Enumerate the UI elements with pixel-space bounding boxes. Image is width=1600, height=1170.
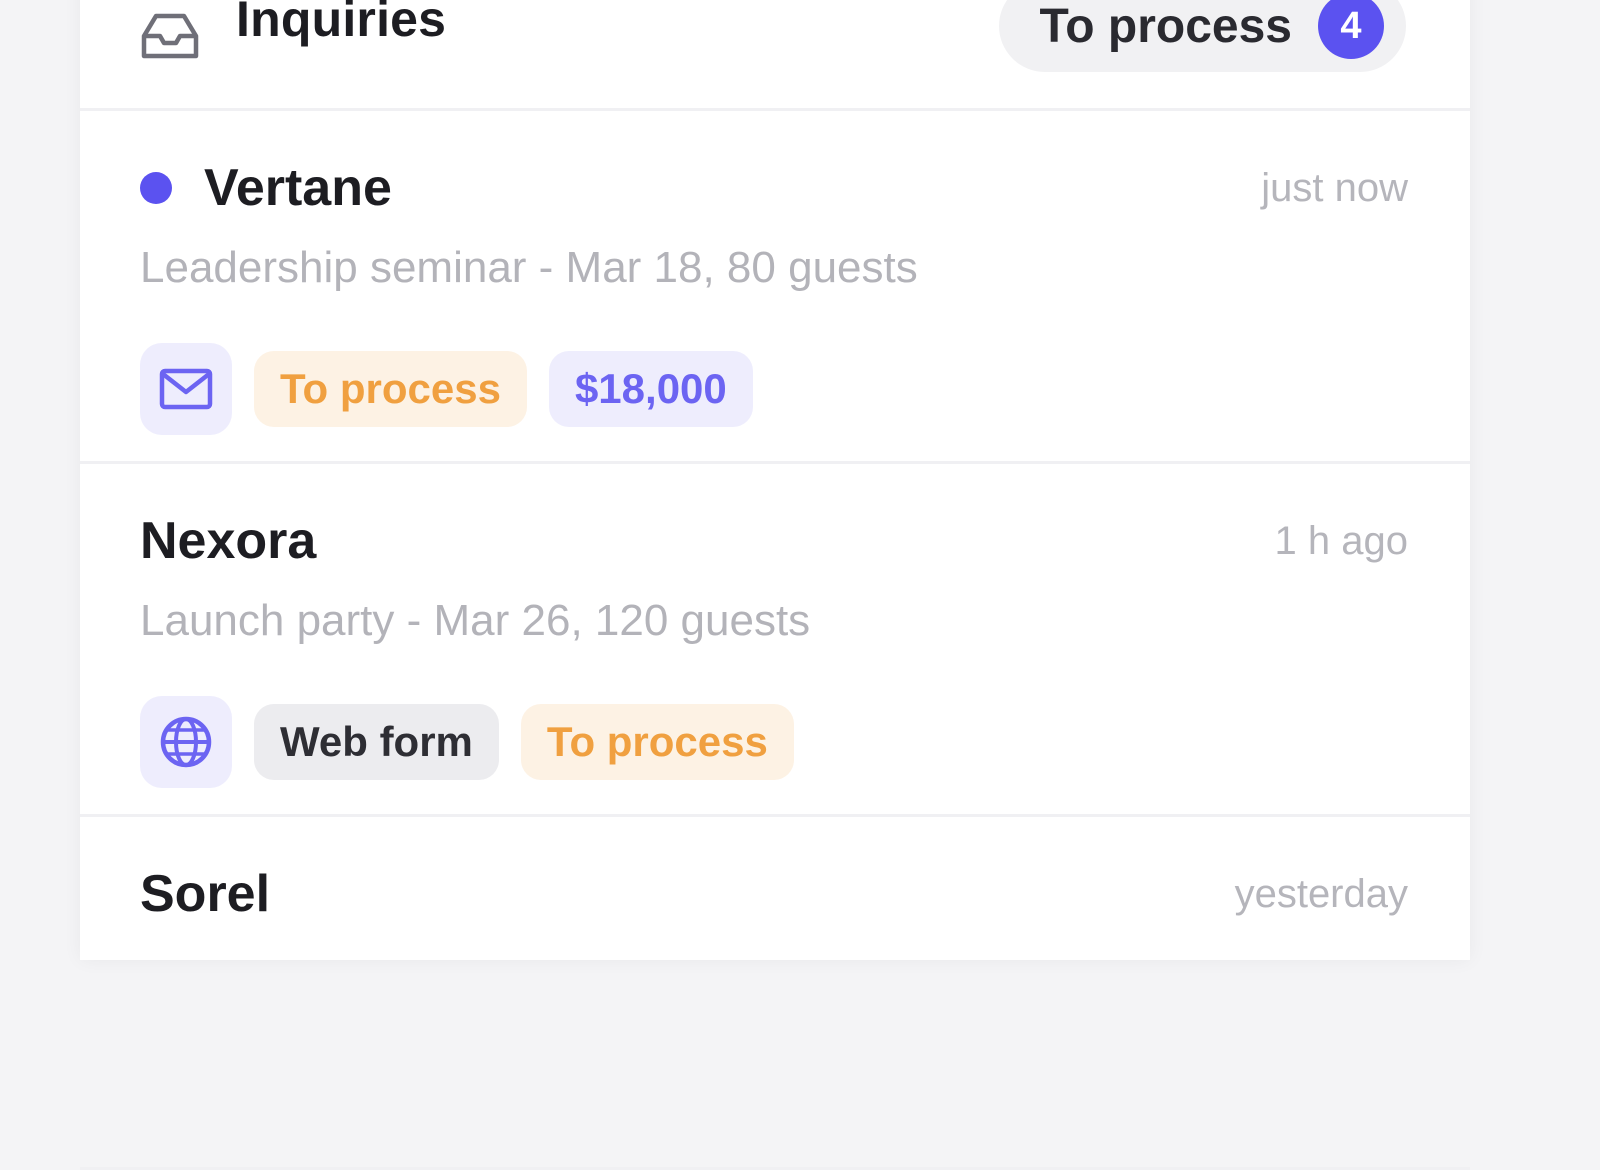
source-chip — [140, 343, 232, 435]
inquiry-name: Nexora — [140, 512, 317, 570]
source-badge: Web form — [254, 704, 499, 780]
unread-indicator — [140, 172, 172, 204]
inbox-icon — [141, 13, 199, 59]
inquiries-panel: Inquiries To process 4 Vertane just now … — [80, 0, 1470, 1170]
inquiry-title-row: Nexora 1 h ago — [140, 506, 1408, 576]
amount-badge: $18,000 — [548, 351, 753, 427]
inquiry-description: Launch party - Mar 26, 120 guests — [140, 596, 811, 645]
inquiry-time: 1 h ago — [1274, 518, 1408, 563]
source-chip — [140, 696, 232, 788]
globe-icon — [160, 716, 212, 768]
inquiry-name: Vertane — [204, 159, 392, 217]
page-title: Inquiries — [236, 0, 447, 47]
inquiry-tags: Web form To process — [140, 696, 794, 788]
inquiry-title-row: Vertane just now — [140, 153, 1408, 223]
count-badge: 4 — [1318, 0, 1384, 59]
status-badge: To process — [254, 351, 527, 427]
inquiry-item-vertane[interactable]: Vertane just now Leadership seminar - Ma… — [80, 111, 1470, 464]
to-process-filter-button[interactable]: To process 4 — [999, 0, 1406, 72]
inquiry-time: yesterday — [1234, 871, 1408, 916]
inquiry-item-nexora[interactable]: Nexora 1 h ago Launch party - Mar 26, 12… — [80, 464, 1470, 817]
filter-label: To process — [1039, 0, 1292, 53]
inquiry-item-sorel[interactable]: Sorel yesterday — [80, 817, 1470, 1170]
panel-header: Inquiries To process 4 — [80, 0, 1470, 111]
inquiry-title-row: Sorel yesterday — [140, 859, 1408, 929]
inquiry-description: Leadership seminar - Mar 18, 80 guests — [140, 243, 918, 292]
inquiry-tags: To process $18,000 — [140, 343, 753, 435]
inquiry-name: Sorel — [140, 865, 271, 923]
mail-icon — [159, 368, 213, 410]
status-badge: To process — [520, 704, 794, 780]
inquiry-time: just now — [1261, 165, 1408, 210]
